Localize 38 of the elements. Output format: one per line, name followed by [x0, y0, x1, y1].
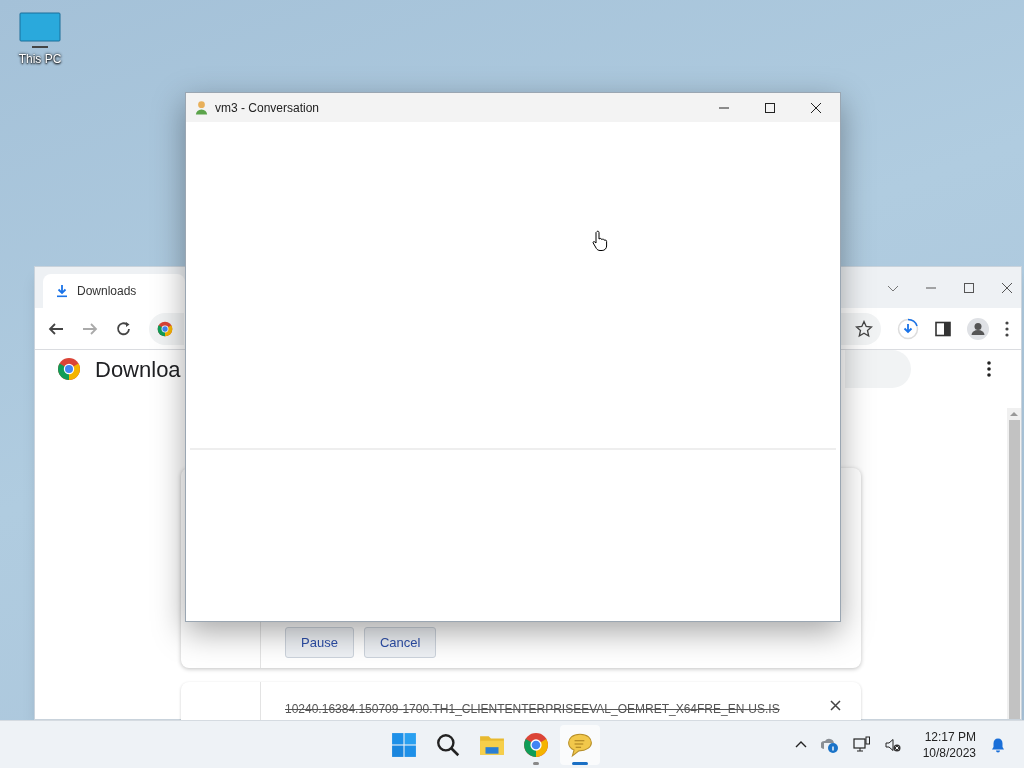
download-icon [55, 284, 69, 298]
download-action-button[interactable]: Cancel [363, 627, 437, 658]
hand-cursor-icon [592, 230, 608, 252]
scrollbar[interactable] [1007, 408, 1021, 719]
search-icon [435, 731, 462, 758]
clock[interactable]: 12:17 PM 10/8/2023 [922, 728, 976, 761]
muted-speaker-icon[interactable] [884, 736, 901, 753]
star-icon[interactable] [855, 319, 873, 338]
profile-icon[interactable] [967, 317, 989, 340]
maximize-icon[interactable] [764, 101, 776, 114]
page-title: Downloa [95, 355, 181, 384]
more-icon[interactable] [987, 361, 991, 377]
chrome-logo [57, 357, 81, 381]
running-indicator [572, 761, 589, 765]
site-icon [157, 320, 173, 337]
maximize-icon[interactable] [963, 281, 975, 294]
browser-tab[interactable]: Downloads [43, 274, 185, 308]
file-name[interactable]: 10240.16384.150709-1700.TH1_CLIENTENTERPRISEEVAL_OEMRET_X64FRE_EN-US.IS [285, 700, 780, 718]
download-progress-icon[interactable] [897, 317, 919, 340]
close-icon[interactable] [810, 101, 822, 114]
close-icon[interactable] [1001, 281, 1013, 294]
address-bar[interactable] [149, 312, 184, 345]
reload-icon[interactable] [115, 319, 133, 338]
person-icon [194, 100, 209, 115]
chrome-icon[interactable] [523, 731, 550, 758]
download-action-button[interactable]: Pause [285, 627, 354, 658]
speech-bubble-icon [567, 731, 594, 758]
bell-icon[interactable] [990, 736, 1006, 753]
monitor-icon [18, 12, 62, 50]
window-title: vm3 - Conversation [215, 99, 320, 117]
side-panel-icon[interactable] [935, 320, 951, 337]
menu-icon[interactable] [1005, 320, 1009, 337]
address-bar[interactable] [841, 312, 881, 345]
running-indicator [533, 761, 540, 765]
search-field[interactable] [845, 350, 911, 388]
network-icon[interactable] [852, 735, 871, 754]
close-icon[interactable] [830, 700, 841, 711]
start-icon [391, 731, 418, 758]
